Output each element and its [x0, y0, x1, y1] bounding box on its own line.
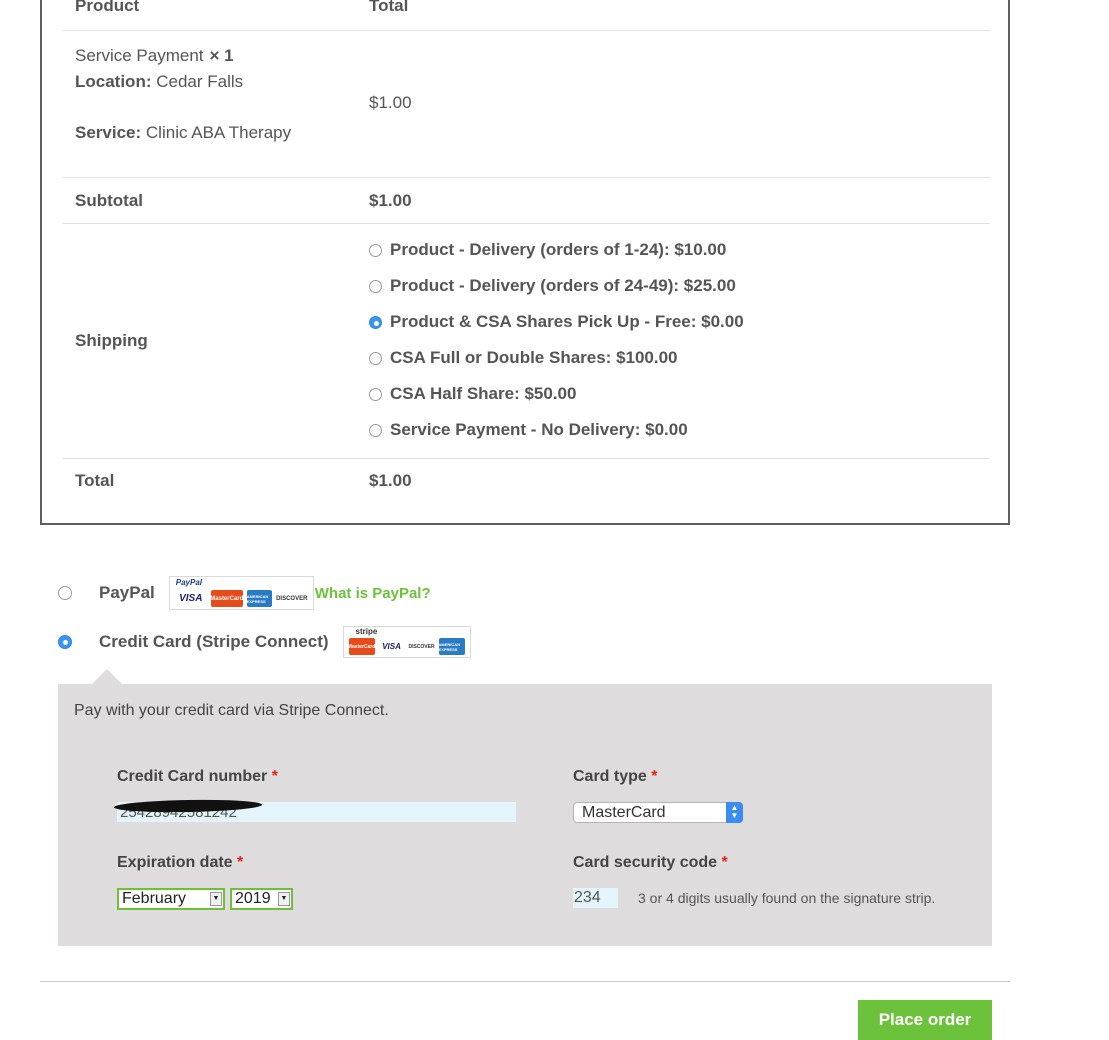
stripe-description: Pay with your credit card via Stripe Con… — [74, 702, 389, 719]
dropdown-arrow-icon: ▼ — [210, 892, 222, 906]
payment-method-paypal[interactable]: PayPal PayPal VISA MasterCard AMERICAN E… — [58, 576, 431, 610]
service-value: Clinic ABA Therapy — [145, 123, 292, 142]
header-product: Product — [75, 0, 140, 15]
order-review-table: Product Total Service Payment × 1 Locatio… — [40, 0, 1010, 525]
card-type-label: Card type * — [573, 768, 658, 785]
shipping-option[interactable]: CSA Half Share: $50.00 — [369, 376, 744, 412]
paypal-label: PayPal — [99, 583, 155, 602]
visa-icon: VISA — [174, 590, 207, 607]
location-label: Location: — [75, 72, 152, 91]
table-header-row: Product Total — [63, 0, 990, 30]
total-value: $1.00 — [369, 471, 412, 490]
radio-button[interactable] — [369, 243, 382, 257]
discover-icon: DISCOVER — [408, 638, 435, 655]
card-type-select[interactable]: MasterCard ▲ ▼ — [573, 802, 743, 823]
paypal-radio[interactable] — [58, 586, 72, 600]
divider — [40, 981, 1010, 982]
subtotal-label: Subtotal — [75, 191, 143, 210]
cvc-hint: 3 or 4 digits usually found on the signa… — [638, 890, 936, 906]
radio-button[interactable] — [369, 387, 382, 401]
location-value: Cedar Falls — [156, 72, 244, 91]
dropdown-arrow-icon: ▼ — [278, 892, 290, 906]
what-is-paypal-link[interactable]: What is PayPal? — [315, 585, 431, 602]
exp-month-select[interactable]: February ▼ — [117, 888, 225, 910]
shipping-options: Product - Delivery (orders of 1-24): $10… — [369, 232, 744, 448]
shipping-option[interactable]: Product - Delivery (orders of 1-24): $10… — [369, 232, 744, 268]
select-arrows-icon: ▲ ▼ — [726, 802, 743, 823]
item-total: $1.00 — [369, 93, 412, 112]
item-name: Service Payment — [75, 46, 204, 65]
stripe-logo-text: stripe — [355, 627, 378, 636]
payment-method-stripe[interactable]: Credit Card (Stripe Connect) stripe Mast… — [58, 626, 471, 658]
radio-button[interactable] — [369, 423, 382, 437]
total-label: Total — [75, 471, 115, 490]
shipping-row: Shipping Product - Delivery (orders of 1… — [63, 223, 990, 458]
visa-icon: VISA — [378, 638, 405, 655]
cc-number-label: Credit Card number * — [117, 768, 278, 785]
cvc-label: Card security code * — [573, 854, 728, 871]
subtotal-row: Subtotal $1.00 — [63, 177, 990, 223]
service-label: Service: — [75, 123, 142, 142]
amex-icon: AMERICAN EXPRESS — [246, 590, 272, 607]
panel-notch — [92, 669, 122, 684]
amex-icon: AMERICAN EXPRESS — [438, 638, 465, 655]
shipping-label: Shipping — [75, 331, 148, 350]
expiration-label: Expiration date * — [117, 854, 244, 871]
item-qty: × 1 — [209, 46, 234, 65]
table-row: Service Payment × 1 Location: Cedar Falls… — [63, 30, 990, 177]
header-total: Total — [369, 0, 409, 15]
subtotal-value: $1.00 — [369, 191, 412, 210]
shipping-option[interactable]: CSA Full or Double Shares: $100.00 — [369, 340, 744, 376]
mastercard-icon: MasterCard — [210, 590, 243, 607]
stripe-payment-panel: Pay with your credit card via Stripe Con… — [58, 684, 992, 946]
stripe-radio-selected[interactable] — [58, 635, 72, 649]
mastercard-icon: MasterCard — [348, 638, 375, 655]
place-order-button[interactable]: Place order — [858, 1000, 992, 1040]
radio-button-selected[interactable] — [369, 315, 382, 329]
item-details: Service Payment × 1 Location: Cedar Falls… — [75, 43, 291, 146]
radio-button[interactable] — [369, 351, 382, 365]
radio-button[interactable] — [369, 279, 382, 293]
stripe-acceptance-logo: stripe MasterCard VISA DISCOVER AMERICAN… — [342, 626, 471, 658]
shipping-option[interactable]: Product - Delivery (orders of 24-49): $2… — [369, 268, 744, 304]
exp-year-select[interactable]: 2019 ▼ — [230, 888, 293, 910]
stripe-label: Credit Card (Stripe Connect) — [99, 632, 329, 651]
paypal-acceptance-logo: PayPal VISA MasterCard AMERICAN EXPRESS … — [168, 576, 314, 610]
shipping-option[interactable]: Product & CSA Shares Pick Up - Free: $0.… — [369, 304, 744, 340]
paypal-logo-text: PayPal — [175, 578, 203, 587]
discover-icon: DISCOVER — [275, 590, 308, 607]
cvc-input[interactable]: 234 — [573, 888, 618, 908]
total-row: Total $1.00 — [63, 458, 990, 504]
shipping-option[interactable]: Service Payment - No Delivery: $0.00 — [369, 412, 744, 448]
